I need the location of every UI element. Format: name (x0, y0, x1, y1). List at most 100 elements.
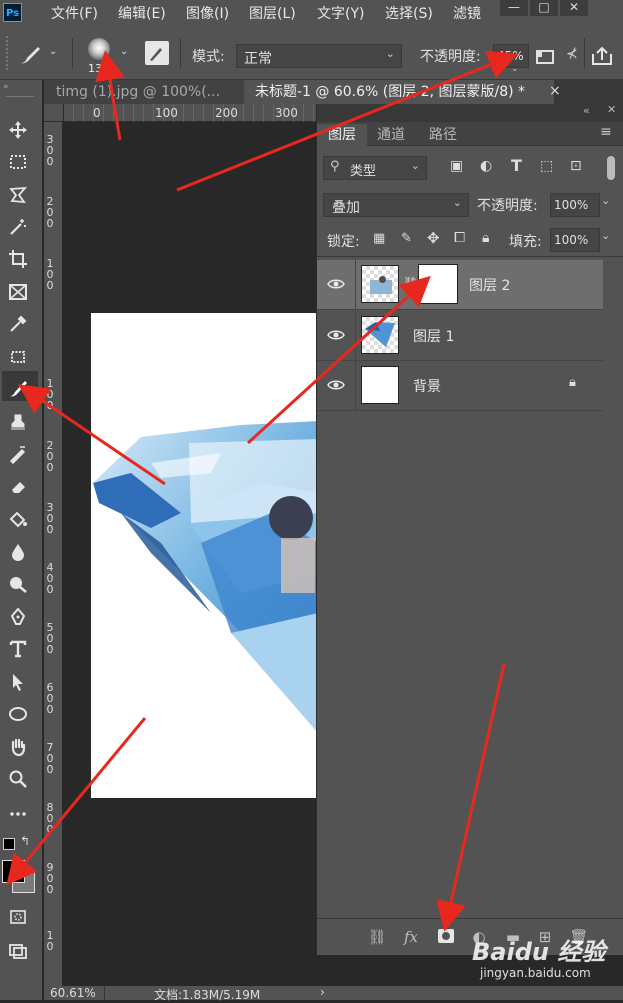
photoshop-logo-icon[interactable]: Ps (3, 3, 22, 22)
magic-wand-tool-icon[interactable] (6, 215, 30, 239)
default-colors-icon[interactable] (3, 838, 15, 850)
close-window-button[interactable]: ✕ (560, 0, 588, 16)
menu-filter[interactable]: 滤镜 (453, 3, 481, 23)
ellipse-tool-icon[interactable] (6, 702, 30, 726)
filter-smart-object-icon[interactable]: ⊡ (570, 158, 582, 174)
marquee-tool-icon[interactable] (6, 150, 30, 174)
crop-tool-icon[interactable] (6, 247, 30, 271)
visibility-eye-icon[interactable] (327, 277, 345, 291)
layers-scrollbar[interactable] (603, 260, 623, 920)
swap-colors-icon[interactable]: ↰ (20, 834, 30, 848)
layer-name[interactable]: 图层 2 (469, 275, 510, 295)
pressure-opacity-icon[interactable] (535, 48, 555, 66)
filter-shape-icon[interactable]: ⬚ (540, 158, 553, 174)
frame-tool-icon[interactable] (6, 280, 30, 304)
blend-mode-select[interactable]: 叠加 ⌄ (323, 193, 469, 217)
add-layer-mask-icon[interactable] (438, 929, 454, 943)
preset-chevron-down-icon[interactable]: ⌄ (49, 46, 57, 57)
brush-picker-chevron-icon[interactable]: ⌄ (120, 46, 128, 57)
clone-stamp-tool-icon[interactable] (6, 410, 30, 434)
lock-image-icon[interactable]: ✎ (401, 231, 412, 246)
brush-tool-icon[interactable] (6, 376, 30, 400)
layer-opacity-chevron-icon[interactable]: ⌄ (601, 194, 610, 207)
dodge-tool-icon[interactable] (6, 572, 30, 596)
tab-close-icon[interactable]: × (549, 83, 561, 99)
filter-type-icon[interactable]: T (511, 156, 522, 175)
blur-tool-icon[interactable] (6, 540, 30, 564)
brush-tip-preview-icon[interactable] (88, 38, 110, 60)
history-brush-tool-icon[interactable] (6, 442, 30, 466)
layer-thumbnail[interactable] (361, 366, 399, 404)
lock-transparent-icon[interactable]: ▦ (373, 231, 385, 246)
quick-mask-icon[interactable] (6, 905, 30, 929)
zoom-tool-icon[interactable] (6, 767, 30, 791)
menu-select[interactable]: 选择(S) (385, 3, 433, 23)
tools-panel: » ↰ (0, 80, 43, 1000)
screen-mode-icon[interactable] (6, 938, 30, 962)
filter-pixel-icon[interactable]: ▣ (450, 158, 463, 174)
minimize-button[interactable]: — (500, 0, 528, 16)
menu-file[interactable]: 文件(F) (51, 3, 98, 23)
more-tools-icon[interactable] (6, 802, 30, 826)
tab-layers[interactable]: 图层 (317, 124, 367, 146)
visibility-eye-icon[interactable] (327, 328, 345, 342)
filter-adjustment-icon[interactable]: ◐ (480, 158, 492, 174)
filter-toggle[interactable] (607, 156, 615, 180)
ruler-tick: 4 0 0 (46, 561, 54, 596)
visibility-eye-icon[interactable] (327, 378, 345, 392)
eyedropper-tool-icon[interactable] (6, 312, 30, 336)
vertical-ruler: 3 0 0 2 0 0 1 0 0 1 0 0 2 0 0 3 0 0 4 0 … (44, 122, 63, 986)
layer-name[interactable]: 背景 (413, 376, 441, 396)
mode-select[interactable]: 正常 ⌄ (236, 44, 402, 68)
hand-tool-icon[interactable] (6, 735, 30, 759)
healing-tool-icon[interactable] (6, 345, 30, 369)
tab-paths[interactable]: 路径 (429, 124, 457, 146)
link-layers-icon[interactable]: ⛓ (367, 927, 387, 947)
tab-timg[interactable]: timg (1).jpg @ 100%(... (44, 80, 244, 104)
layer-thumbnail[interactable] (361, 316, 399, 354)
eraser-tool-icon[interactable] (6, 475, 30, 499)
lock-artboard-icon[interactable]: ⧠ (454, 230, 465, 246)
layer-row-background[interactable]: 背景 🔒︎ (317, 361, 603, 411)
foreground-color-swatch[interactable] (2, 860, 25, 883)
pen-tool-icon[interactable] (6, 605, 30, 629)
status-expand-icon[interactable]: › (320, 985, 325, 999)
menu-edit[interactable]: 编辑(E) (118, 3, 166, 23)
move-tool-icon[interactable] (6, 118, 30, 142)
layer-style-fx-icon[interactable]: fx (401, 927, 421, 947)
maximize-button[interactable]: □ (530, 0, 558, 16)
layer-name[interactable]: 图层 1 (413, 326, 454, 346)
panel-collapse-icon[interactable]: » (3, 82, 9, 92)
panel-menu-icon[interactable]: ≡ (600, 124, 612, 140)
paint-bucket-tool-icon[interactable] (6, 507, 30, 531)
mask-link-icon[interactable]: ⛓ (403, 276, 418, 290)
panel-close-icon[interactable]: ✕ (607, 103, 616, 116)
brush-settings-panel-icon[interactable] (145, 41, 169, 65)
panel-collapse-icon[interactable]: « (583, 104, 590, 117)
layer-mask-thumbnail[interactable] (418, 264, 458, 304)
share-icon[interactable] (591, 46, 613, 66)
brush-tool-preset-icon[interactable] (18, 44, 44, 66)
path-selection-tool-icon[interactable] (6, 670, 30, 694)
tab-untitled-1[interactable]: 未标题-1 @ 60.6% (图层 2, 图层蒙版/8) * (244, 80, 554, 104)
airbrush-icon[interactable]: ⊀ (566, 46, 578, 62)
layer-row-layer-2[interactable]: ⛓ 图层 2 (317, 260, 603, 310)
opacity-chevron-down-icon[interactable]: ⌄ (511, 64, 519, 74)
layer-thumbnail[interactable] (361, 265, 399, 303)
tab-channels[interactable]: 通道 (377, 124, 405, 146)
menu-layer[interactable]: 图层(L) (249, 3, 296, 23)
menu-type[interactable]: 文字(Y) (317, 3, 364, 23)
fill-input[interactable]: 100% (550, 228, 600, 252)
fill-chevron-icon[interactable]: ⌄ (601, 229, 610, 242)
lasso-tool-icon[interactable] (6, 183, 30, 207)
layer-opacity-input[interactable]: 100% (550, 193, 600, 217)
tab-label: timg (1).jpg @ 100%(... (56, 84, 221, 100)
layer-filter-select[interactable]: ⚲ 类型 ⌄ (323, 156, 427, 180)
type-tool-icon[interactable] (6, 637, 30, 661)
lock-all-icon[interactable]: 🔒︎ (482, 230, 489, 246)
zoom-level[interactable]: 60.61% (50, 986, 96, 1000)
layer-row-layer-1[interactable]: 图层 1 (317, 311, 603, 361)
menu-image[interactable]: 图像(I) (186, 3, 229, 23)
document-canvas[interactable] (91, 313, 318, 798)
lock-position-icon[interactable]: ✥ (427, 229, 440, 247)
